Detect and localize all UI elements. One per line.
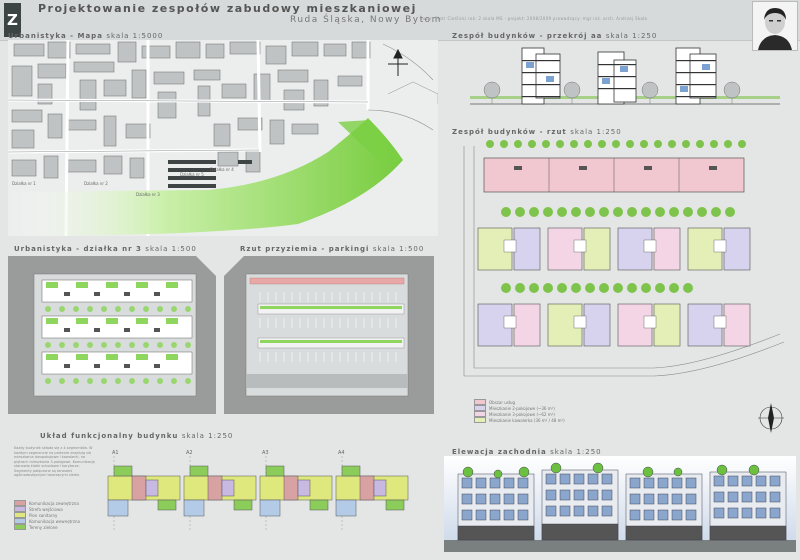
legend-swatch [14,524,26,530]
function-plan [104,456,416,530]
section-funkcja-title: Układ funkcjonalny budynku skala 1:250 [40,432,234,440]
map-label-1: Działka nr 1 [12,181,36,186]
parking-plan [224,256,434,414]
section-elewacja-title: Elewacja zachodnia skala 1:250 [452,448,602,456]
plan-legend: Obszar usług Mieszkanie 2-pokojowe (~36 … [474,399,634,423]
north-arrow-icon [756,400,786,436]
section-urbanistyka-title: Urbanistyka - Mapa skala 1:5000 [8,32,164,40]
credits: autor: Piotr Cieślicki rok: 2 skala MS ·… [420,16,648,21]
function-description: Każdy budynek składa się z 4 segmentów. … [14,446,95,477]
plot-plan [8,256,216,414]
section-rzut-title: Zespół budynków - rzut skala 1:250 [452,128,622,136]
map-label-4: Działka nr 4 [210,167,234,172]
section-drawing [470,44,780,108]
page-title: Projektowanie zespołów zabudowy mieszkan… [38,2,417,15]
legend-swatch [474,417,486,423]
map-label-3: Działka nr 3 [136,192,160,197]
elevation-drawing [444,456,796,552]
map-label-5: Działka nr 5 [180,172,204,177]
section-przekroj-title: Zespół budynków - przekrój aa skala 1:25… [452,32,658,40]
function-legend: Komunikacja zewnętrzna Strefa wejściowa … [14,500,102,530]
urban-map [8,40,438,236]
site-plan [444,136,800,398]
legend-item: Tereny zielone [14,524,102,530]
legend-item: Mieszkanie kawalerka (36 m² / 48 m²) [474,417,634,423]
section-dzialka-title: Urbanistyka - działka nr 3 skala 1:500 [14,245,197,253]
section-parking-title: Rzut przyziemia - parkingi skala 1:500 [240,245,425,253]
map-label-2: Działka nr 2 [84,181,108,186]
